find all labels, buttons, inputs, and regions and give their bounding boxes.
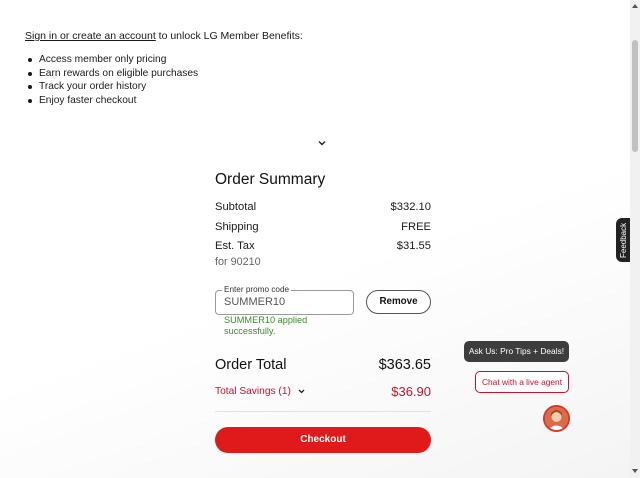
scrollbar-thumb[interactable] [632,40,638,152]
benefit-item: Track your order history [28,80,198,94]
tax-row: Est. Tax $31.55 [215,240,431,252]
subtotal-value: $332.10 [390,201,431,213]
chevron-down-icon[interactable] [316,137,328,149]
tax-label: Est. Tax [215,240,255,252]
sign-in-link[interactable]: Sign in or create an account [25,30,156,42]
total-savings-toggle[interactable]: Total Savings (1) [215,386,306,397]
shipping-row: Shipping FREE [215,221,431,233]
total-savings-label: Total Savings (1) [215,386,291,397]
member-benefits-intro: Sign in or create an account to unlock L… [25,30,303,42]
remove-promo-button[interactable]: Remove [366,290,431,314]
benefit-item: Access member only pricing [28,53,198,67]
agent-avatar-icon [545,407,568,430]
order-total-value: $363.65 [378,357,431,373]
total-savings-row: Total Savings (1) $36.90 [215,384,431,399]
benefit-item: Earn rewards on eligible purchases [28,67,198,81]
shipping-value: FREE [401,221,431,233]
shipping-label: Shipping [215,221,259,233]
checkout-button[interactable]: Checkout [215,427,431,453]
promo-success-message: SUMMER10 applied successfully. [224,315,308,336]
member-benefits-text: to unlock LG Member Benefits: [155,30,303,42]
chat-agent-avatar[interactable] [543,405,570,432]
scroll-up-arrow-icon[interactable] [632,3,638,9]
order-total-row: Order Total $363.65 [215,357,431,373]
tax-location: for 90210 [215,256,261,268]
divider [215,411,431,412]
order-summary-title: Order Summary [215,171,326,188]
promo-code-value[interactable]: SUMMER10 [224,296,285,308]
feedback-label: Feedback [619,222,628,258]
total-savings-value: $36.90 [391,384,431,399]
benefit-item: Enjoy faster checkout [28,94,198,108]
member-benefits-list: Access member only pricing Earn rewards … [28,53,198,107]
tax-value: $31.55 [396,240,431,252]
chat-tips-bubble[interactable]: Ask Us: Pro Tips + Deals! [464,341,569,362]
chevron-down-small-icon [298,389,305,394]
chat-live-agent-button[interactable]: Chat with a live agent [475,371,569,393]
subtotal-row: Subtotal $332.10 [215,201,431,213]
order-total-label: Order Total [215,357,287,373]
scroll-down-arrow-icon[interactable] [632,468,638,474]
promo-code-input[interactable]: Enter promo code SUMMER10 [215,284,354,315]
subtotal-label: Subtotal [215,201,257,213]
promo-code-label: Enter promo code [222,284,292,296]
